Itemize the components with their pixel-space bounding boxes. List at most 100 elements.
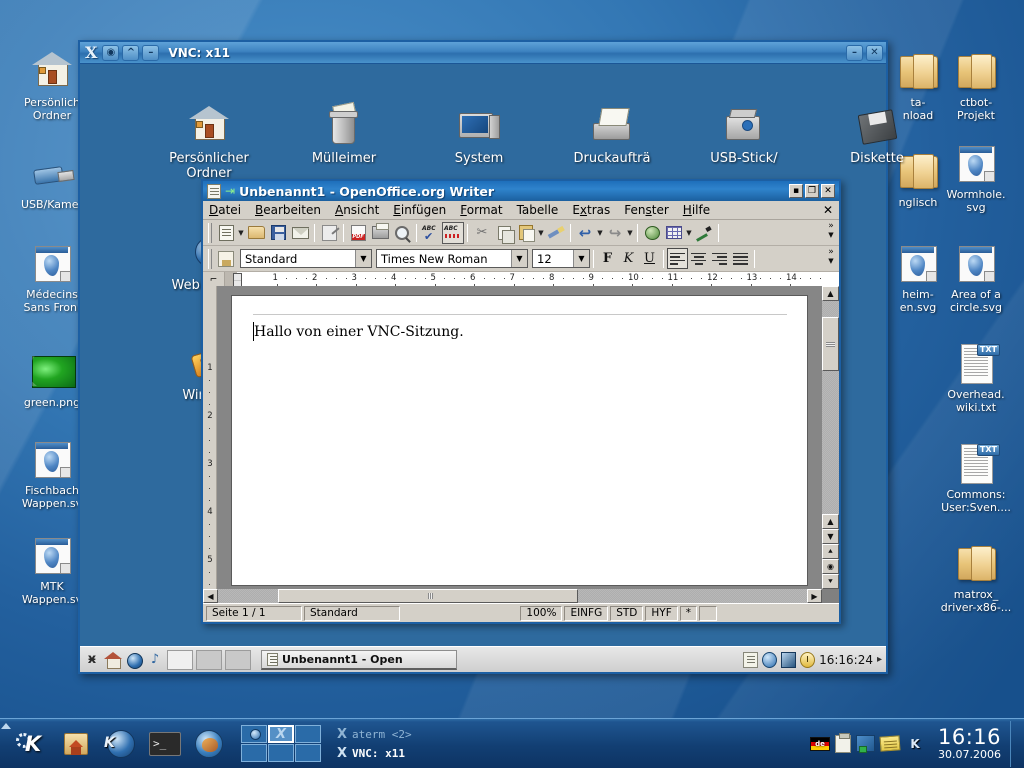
paste-icon[interactable] — [515, 222, 537, 244]
remote-pager-slot-3[interactable] — [225, 650, 251, 670]
remote-icon-personal-folder[interactable]: PersönlicherOrdner — [150, 102, 268, 181]
status-hyphen[interactable]: HYF — [645, 606, 677, 621]
system-tray[interactable]: de K 16:16 30.07.2006 — [810, 721, 1024, 767]
scroll-down-button[interactable]: ▲ — [822, 514, 839, 529]
navigator-button[interactable]: ◉ — [822, 559, 839, 574]
desktop-icon-commons-user-sven-txt[interactable]: Commons:User:Sven.... — [930, 440, 1022, 514]
remote-tray-image-icon[interactable] — [781, 652, 796, 668]
pager-desktop-2[interactable]: X — [268, 725, 294, 743]
vertical-scroll-thumb[interactable] — [822, 317, 839, 371]
previous-page-button[interactable]: ⯅ — [822, 544, 839, 559]
toolbar-grip[interactable] — [208, 223, 212, 243]
kde-icon[interactable]: K — [905, 734, 925, 754]
paragraph-style-combo[interactable]: Standard ▼ — [240, 249, 372, 268]
indent-marker[interactable] — [233, 273, 242, 287]
scroll-left-button[interactable]: ◀ — [203, 589, 218, 603]
export-pdf-icon[interactable] — [347, 222, 369, 244]
network-icon[interactable] — [856, 735, 875, 752]
openoffice-menubar[interactable]: Datei Bearbeiten Ansicht Einfügen Format… — [203, 201, 839, 220]
next-page-button[interactable]: ⯆ — [822, 574, 839, 589]
italic-button[interactable]: K — [618, 248, 639, 269]
panel-clock[interactable]: 16:16 30.07.2006 — [930, 727, 1005, 761]
close-button[interactable]: ✕ — [821, 184, 835, 198]
pager-desktop-6[interactable] — [295, 744, 321, 762]
remote-tray-klipper-icon[interactable] — [762, 652, 777, 668]
align-right-button[interactable] — [709, 248, 730, 269]
pin-icon[interactable]: ⇥ — [225, 185, 235, 197]
align-justify-button[interactable] — [730, 248, 751, 269]
chevron-down-icon[interactable]: ▼ — [355, 250, 371, 267]
new-dropdown-arrow[interactable]: ▼ — [237, 222, 245, 244]
scroll-up-button[interactable]: ▲ — [822, 286, 839, 301]
panel-right-handle[interactable] — [1010, 721, 1018, 767]
remote-kmenu-icon[interactable]: ӿ — [83, 651, 101, 669]
remote-icon-system[interactable]: System — [420, 102, 538, 166]
menu-fenster[interactable]: Fenster — [624, 203, 669, 217]
undo-dropdown-arrow[interactable]: ▼ — [596, 222, 604, 244]
vnc-window[interactable]: X ◉ ^ – VNC: x11 – ✕ PersönlicherOrdner … — [78, 40, 888, 674]
menu-format[interactable]: Format — [460, 203, 502, 217]
menu-ansicht[interactable]: Ansicht — [335, 203, 379, 217]
vertical-scrollbar[interactable]: ▲ ▲ ▼ ⯅ ◉ ⯆ — [822, 286, 839, 589]
horizontal-scrollbar[interactable]: ◀ ▶ — [203, 589, 822, 603]
redo-dropdown-arrow[interactable]: ▼ — [626, 222, 634, 244]
window-menu-button[interactable]: ◉ — [102, 45, 119, 61]
minimize-button[interactable]: – — [846, 45, 863, 61]
remote-music-icon[interactable]: ♪ — [146, 651, 164, 669]
scroll-down-button-2[interactable]: ▼ — [822, 529, 839, 544]
remote-pager-slot-1[interactable] — [167, 650, 193, 670]
status-style[interactable]: Standard — [304, 606, 400, 621]
menu-hilfe[interactable]: Hilfe — [683, 203, 710, 217]
horizontal-scroll-track[interactable] — [218, 589, 807, 603]
standard-toolbar[interactable]: ▼ ✂ ▼ — [203, 220, 839, 246]
remote-icon-trash[interactable]: Mülleimer — [285, 102, 403, 166]
panel-handle[interactable] — [1, 721, 11, 767]
remote-pager-slot-2[interactable] — [196, 650, 222, 670]
openoffice-writer-window[interactable]: ⇥ Unbenannt1 - OpenOffice.org Writer ▪ ❐… — [201, 179, 841, 624]
chevron-down-icon[interactable]: ▼ — [573, 250, 589, 267]
pager-desktop-4[interactable] — [241, 744, 267, 762]
remote-panel-collapse-arrow[interactable]: ▸ — [877, 654, 882, 665]
home-folder-button[interactable] — [55, 721, 99, 767]
virtual-desktop-pager[interactable]: X — [241, 725, 321, 762]
vnc-titlebar[interactable]: X ◉ ^ – VNC: x11 – ✕ — [80, 42, 886, 64]
close-document-icon[interactable]: ✕ — [823, 203, 839, 217]
status-insert[interactable]: EINFG — [564, 606, 608, 621]
save-icon[interactable] — [267, 222, 289, 244]
vertical-scroll-track[interactable] — [822, 301, 839, 514]
remote-tray-alarm-icon[interactable] — [800, 652, 815, 668]
autospellcheck-icon[interactable] — [442, 222, 464, 244]
kmenu-button[interactable]: K — [11, 721, 55, 767]
font-name-combo[interactable]: Times New Roman ▼ — [376, 249, 528, 268]
print-preview-icon[interactable] — [391, 222, 413, 244]
underline-button[interactable]: U — [639, 248, 660, 269]
keyboard-layout-icon[interactable]: de — [810, 737, 830, 751]
vertical-ruler[interactable]: 12345 — [203, 286, 217, 603]
spellcheck-icon[interactable] — [420, 222, 442, 244]
vnc-viewport[interactable]: PersönlicherOrdner Mülleimer System Druc… — [80, 64, 886, 672]
remote-icon-usb-stick[interactable]: USB-Stick/ — [685, 102, 803, 166]
iconify-button[interactable]: – — [142, 45, 159, 61]
minimize-button[interactable]: ▪ — [789, 184, 803, 198]
remote-task-button[interactable]: Unbenannt1 - Open — [261, 650, 457, 670]
new-document-icon[interactable] — [215, 222, 237, 244]
stylist-icon[interactable] — [215, 248, 237, 270]
copy-icon[interactable] — [493, 222, 515, 244]
browser-button[interactable] — [187, 721, 231, 767]
menu-tabelle[interactable]: Tabelle — [517, 203, 559, 217]
pager-desktop-1[interactable] — [241, 725, 267, 743]
table-icon[interactable] — [663, 222, 685, 244]
chevron-down-icon[interactable]: ▼ — [511, 250, 527, 267]
menu-extras[interactable]: Extras — [572, 203, 610, 217]
notes-icon[interactable] — [879, 735, 900, 751]
terminal-button[interactable]: >_ — [143, 721, 187, 767]
status-zoom[interactable]: 100% — [520, 606, 562, 621]
openoffice-titlebar[interactable]: ⇥ Unbenannt1 - OpenOffice.org Writer ▪ ❐… — [203, 181, 839, 201]
edit-file-icon[interactable] — [318, 222, 340, 244]
desktop-icon-ctbot-projekt[interactable]: ctbot-Projekt — [930, 48, 1022, 122]
clone-formatting-icon[interactable] — [545, 222, 567, 244]
table-dropdown-arrow[interactable]: ▼ — [685, 222, 693, 244]
horizontal-scroll-thumb[interactable] — [278, 589, 578, 603]
remote-desktop[interactable]: PersönlicherOrdner Mülleimer System Druc… — [80, 64, 886, 646]
remote-browser-icon[interactable] — [125, 651, 143, 669]
